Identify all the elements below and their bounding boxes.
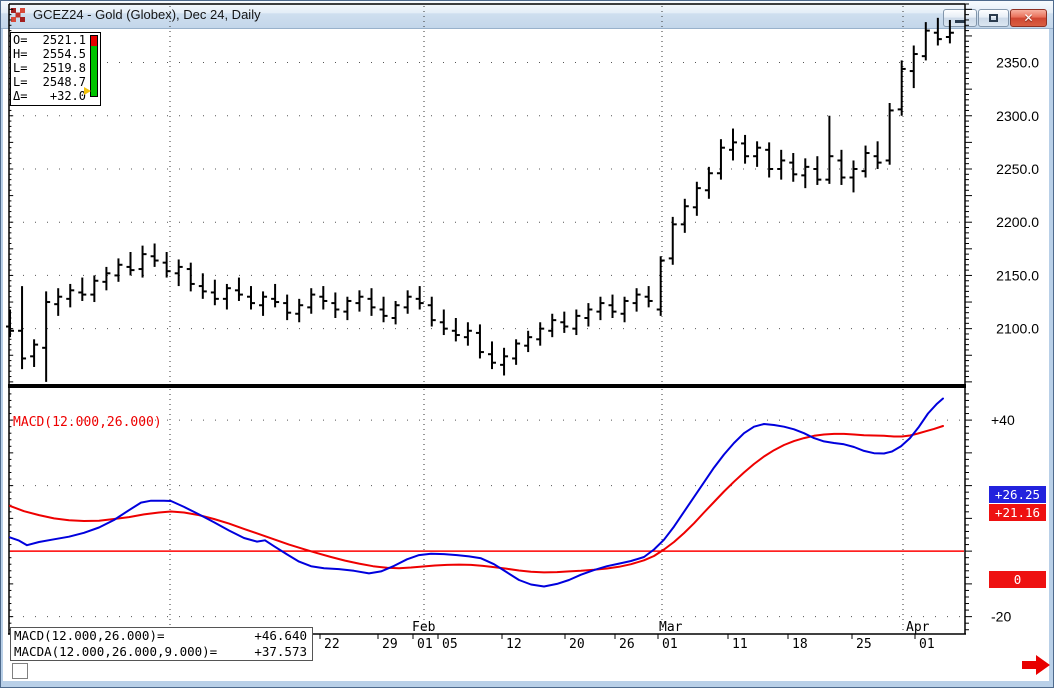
date-label: 20 (569, 637, 585, 652)
quote-field-value: 2554.5 (43, 47, 86, 61)
axis-value-badge: 0 (989, 571, 1046, 588)
price-axis-label: 2100.0 (996, 321, 1039, 337)
quote-row: H= 2554.5 (11, 47, 100, 61)
quote-row: L= 2519.8 (11, 61, 100, 75)
scroll-right-arrow[interactable] (1021, 654, 1051, 676)
date-label: 29 (382, 637, 398, 652)
axis-value-badge: +21.16 (989, 504, 1046, 521)
indicator-value-row: MACD(12.000,26.000)= +46.640 (11, 628, 312, 644)
date-label: 25 (856, 637, 872, 652)
range-gauge (90, 35, 98, 97)
panel-divider (8, 384, 966, 388)
price-axis-label: 2300.0 (996, 108, 1039, 124)
app-window: GCEZ24 - Gold (Globex), Dec 24, Daily ✕ … (0, 0, 1054, 688)
price-axis-label: 2150.0 (996, 267, 1039, 283)
quote-field-label: L= (13, 61, 27, 75)
indicator-name: MACDA(12.000,26.000,9.000)= (14, 644, 217, 660)
quote-field-value: 2519.8 (43, 61, 86, 75)
quote-field-value: 2521.1 (43, 33, 86, 47)
quote-box: O= 2521.1 H= 2554.5 L= 2519.8 L= 2548.7 Δ= +32.0 (10, 32, 101, 106)
resize-grip[interactable] (12, 663, 28, 679)
quote-field-value: +32.0 (50, 89, 86, 103)
price-axis-label: 2250.0 (996, 161, 1039, 177)
date-label: 12 (506, 637, 522, 652)
quote-field-label: Δ= (13, 89, 27, 103)
quote-field-label: O= (13, 33, 27, 47)
date-label: 01 (417, 637, 433, 652)
axis-value-badge: +26.25 (989, 486, 1046, 503)
date-label: 11 (732, 637, 748, 652)
quote-field-label: L= (13, 75, 27, 89)
date-label: 26 (619, 637, 635, 652)
quote-field-label: H= (13, 47, 27, 61)
month-label: Apr (906, 620, 930, 635)
date-label: 05 (442, 637, 458, 652)
indicator-value-row: MACDA(12.000,26.000,9.000)= +37.573 (11, 644, 312, 660)
date-label: 01 (919, 637, 935, 652)
quote-field-value: 2548.7 (43, 75, 86, 89)
month-label: Mar (659, 620, 683, 635)
indicator-value: +37.573 (254, 644, 307, 660)
indicator-name: MACD(12.000,26.000)= (14, 628, 165, 644)
macd-axis-label: +40 (991, 412, 1015, 428)
gauge-upper-segment (91, 36, 97, 46)
price-axis-label: 2350.0 (996, 55, 1039, 71)
indicator-value: +46.640 (254, 628, 307, 644)
macd-values-box: MACD(12.000,26.000)=+46.640MACDA(12.000,… (10, 627, 313, 661)
price-axis-label: 2200.0 (996, 214, 1039, 230)
gauge-marker-icon (84, 87, 91, 95)
date-label: 18 (792, 637, 808, 652)
month-label: Feb (412, 620, 436, 635)
quote-row: O= 2521.1 (11, 33, 100, 47)
date-label: 01 (662, 637, 678, 652)
chart-canvas[interactable]: 2350.0 2300.0 2250.0 2200.0 2150.0 2100.0 +40 -… (0, 0, 1053, 661)
macd-indicator-label: MACD(12.000,26.000) (13, 415, 162, 430)
macd-axis-label: -20 (991, 609, 1011, 625)
date-label: 22 (324, 637, 340, 652)
